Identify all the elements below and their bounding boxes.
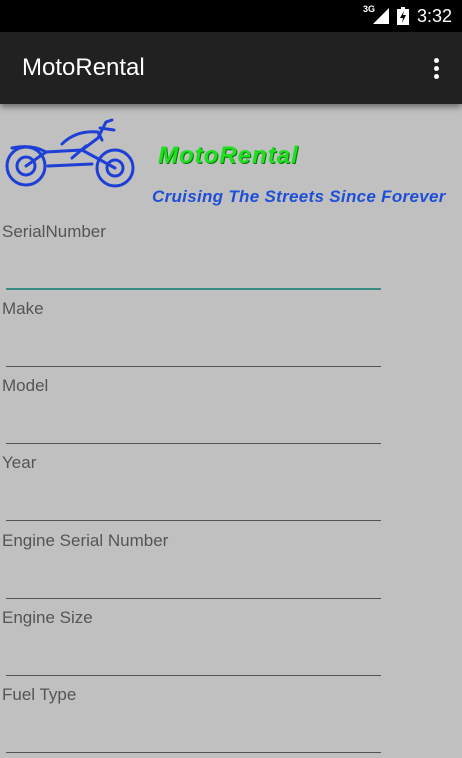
make-input[interactable] [6, 331, 381, 367]
model-input[interactable] [6, 408, 381, 444]
model-label: Model [2, 376, 49, 395]
cell-signal-icon [372, 8, 389, 24]
year-label: Year [2, 453, 37, 472]
motorcycle-icon [5, 118, 135, 188]
overflow-menu-icon [433, 57, 439, 63]
status-icons: 3G 3:32 [363, 0, 452, 32]
app-title: MotoRental [22, 54, 145, 81]
engine-serial-number-input[interactable] [6, 563, 381, 599]
network-type-label: 3G [362, 4, 375, 14]
brand-tagline: Cruising The Streets Since Forever [152, 187, 446, 206]
serial-number-input[interactable] [6, 254, 381, 290]
fuel-type-input[interactable] [6, 717, 381, 753]
main-content: MotoRental Cruising The Streets Since Fo… [0, 104, 462, 758]
overflow-menu-button[interactable] [424, 52, 448, 84]
fuel-type-label: Fuel Type [2, 685, 77, 704]
status-clock: 3:32 [416, 5, 452, 26]
logo-banner: MotoRental Cruising The Streets Since Fo… [0, 114, 462, 220]
app-bar: MotoRental [0, 32, 462, 104]
brand-logo-text: MotoRental [158, 142, 299, 169]
engine-serial-number-label: Engine Serial Number [2, 531, 169, 550]
status-bar: 3G 3:32 [0, 0, 462, 32]
battery-charging-icon [396, 7, 409, 25]
serial-number-label: SerialNumber [2, 222, 106, 241]
year-input[interactable] [6, 485, 381, 521]
engine-size-input[interactable] [6, 640, 381, 676]
engine-size-label: Engine Size [2, 608, 93, 627]
make-label: Make [2, 299, 44, 318]
